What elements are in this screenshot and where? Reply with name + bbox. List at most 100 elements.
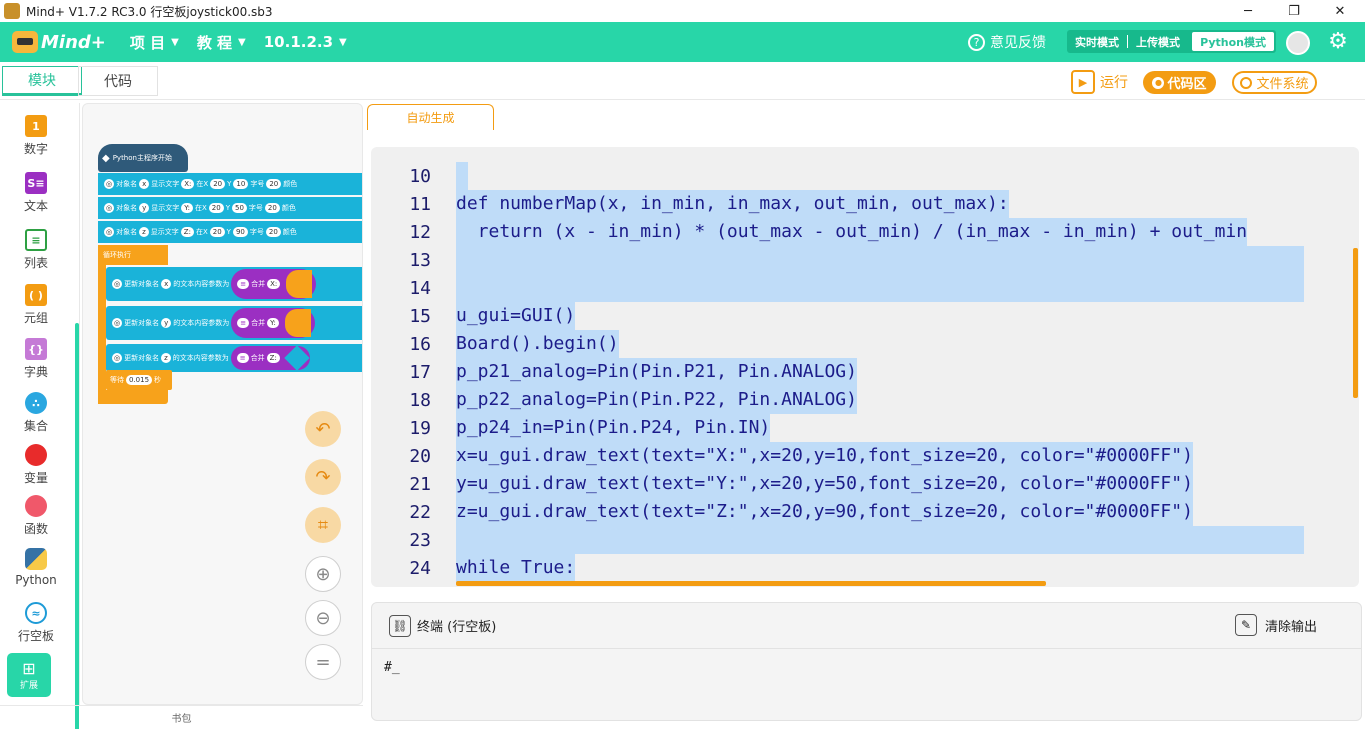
menu-version[interactable]: 10.1.2.3 ▼: [264, 33, 347, 51]
category-variable[interactable]: 变量: [0, 444, 72, 486]
text-field[interactable]: X:: [181, 179, 195, 189]
object-name-field[interactable]: y: [161, 318, 172, 328]
draw-text-block[interactable]: ◎ 对象名 y 显示文字 Y: 在X 20 Y 50 字号 20 颜色: [98, 197, 362, 219]
object-name-field[interactable]: x: [161, 279, 172, 289]
clear-output-label: 清除输出: [1265, 619, 1318, 635]
run-button[interactable]: ▶ 运行: [1071, 69, 1128, 95]
zoom-reset-button[interactable]: =: [305, 644, 341, 680]
wait-seconds-field[interactable]: 0.015: [126, 375, 153, 385]
clear-output-button[interactable]: ✎ 清除输出: [1235, 614, 1317, 636]
code-text: Board().begin(): [456, 330, 619, 358]
loop-block-arm: [98, 265, 106, 404]
category-label: 变量: [23, 471, 48, 485]
crop-icon[interactable]: ⌗: [305, 507, 341, 543]
object-name-field[interactable]: y: [139, 203, 150, 213]
code-vertical-scrollbar[interactable]: [1353, 248, 1358, 398]
category-unihiker[interactable]: ≈ 行空板: [0, 602, 72, 644]
block-label: 颜色: [282, 228, 297, 236]
wait-block[interactable]: 等待 0.015 秒: [106, 370, 172, 390]
loop-block[interactable]: 循环执行: [98, 245, 168, 265]
merge-text-field[interactable]: X:: [267, 279, 281, 289]
category-set[interactable]: ∴ 集合: [0, 392, 72, 434]
merge-block[interactable]: ≡ 合并 X:: [231, 269, 317, 299]
list-icon: ≡: [25, 229, 47, 251]
title-bar: Mind+ V1.7.2 RC3.0 行空板joystick00.sb3 ─ ❐…: [0, 0, 1365, 22]
mode-realtime[interactable]: 实时模式: [1067, 32, 1127, 51]
file-system-button[interactable]: 文件系统: [1232, 71, 1317, 94]
text-field[interactable]: Z:: [180, 227, 194, 237]
x-field[interactable]: 20: [209, 227, 225, 237]
object-name-field[interactable]: z: [139, 227, 149, 237]
tab-auto-generate[interactable]: 自动生成: [367, 104, 494, 130]
code-text: [456, 246, 1304, 274]
undo-button[interactable]: ↶: [305, 411, 341, 447]
line-number: 13: [409, 249, 431, 271]
feedback-button[interactable]: ? 意见反馈: [968, 32, 1046, 52]
font-size-field[interactable]: 20: [266, 179, 282, 189]
merge-block[interactable]: ≡ 合并 Z:: [230, 345, 310, 371]
object-name-field[interactable]: x: [139, 179, 150, 189]
terminal-prompt[interactable]: #_: [384, 660, 400, 675]
merge-label: 合并: [251, 319, 266, 327]
font-size-field[interactable]: 20: [265, 227, 281, 237]
x-field[interactable]: 20: [208, 203, 224, 213]
extension-button[interactable]: ⊞ 扩展: [7, 653, 51, 697]
y-field[interactable]: 10: [233, 179, 249, 189]
code-text: y=u_gui.draw_text(text="Y:",x=20,y=50,fo…: [456, 470, 1193, 498]
close-button[interactable]: ✕: [1317, 0, 1363, 22]
nested-value-block[interactable]: [284, 309, 311, 337]
code-line: 10: [371, 162, 1359, 190]
bookbag-bar[interactable]: 书包: [0, 705, 363, 728]
draw-text-block[interactable]: ◎ 对象名 z 显示文字 Z: 在X 20 Y 90 字号 20 颜色: [98, 221, 362, 243]
category-scrollbar[interactable]: [75, 323, 79, 729]
update-text-block[interactable]: ◎ 更新对象名 x 的文本内容参数为 ≡ 合并 X:: [106, 267, 362, 301]
line-number: 23: [409, 529, 431, 551]
tab-blocks[interactable]: 模块: [2, 66, 82, 96]
merge-block[interactable]: ≡ 合并 Y:: [231, 308, 315, 338]
code-line: 19 p_p24_in=Pin(Pin.P24, Pin.IN): [371, 414, 1359, 442]
gear-icon[interactable]: ⚙: [1326, 30, 1350, 54]
maximize-button[interactable]: ❐: [1271, 0, 1317, 22]
block-workspace[interactable]: ◆ Python主程序开始 ◎ 对象名 x 显示文字 X: 在X 20 Y 10…: [82, 103, 363, 705]
redo-button[interactable]: ↷: [305, 459, 341, 495]
menu-project[interactable]: 项 目 ▼: [130, 32, 179, 53]
code-horizontal-scrollbar[interactable]: [456, 581, 1046, 586]
draw-text-block[interactable]: ◎ 对象名 x 显示文字 X: 在X 20 Y 10 字号 20 颜色: [98, 173, 362, 195]
nested-value-block[interactable]: [286, 270, 313, 298]
category-python[interactable]: Python: [0, 548, 72, 587]
category-function[interactable]: 函数: [0, 495, 72, 537]
mode-switch: 实时模式 上传模式 Python模式: [1067, 30, 1276, 53]
unihiker-icon: ◎: [112, 353, 123, 363]
text-icon: S≡: [25, 172, 47, 194]
object-name-field[interactable]: z: [161, 353, 171, 363]
x-field[interactable]: 20: [210, 179, 226, 189]
nested-value-block[interactable]: [284, 345, 310, 371]
link-icon[interactable]: ⛓: [389, 614, 411, 637]
code-area-button[interactable]: ● 代码区: [1143, 71, 1216, 94]
code-editor[interactable]: 10 11 def numberMap(x, in_min, in_max, ou…: [371, 147, 1359, 587]
merge-text-field[interactable]: Z:: [266, 353, 280, 363]
y-field[interactable]: 90: [232, 227, 248, 237]
block-label: 在X: [196, 180, 209, 188]
zoom-out-button[interactable]: ⊖: [305, 600, 341, 636]
tab-code[interactable]: 代码: [78, 66, 158, 96]
category-tuple[interactable]: ( ) 元组: [0, 284, 72, 326]
category-dict[interactable]: {} 字典: [0, 338, 72, 380]
zoom-in-button[interactable]: ⊕: [305, 556, 341, 592]
category-text[interactable]: S≡ 文本: [0, 172, 72, 214]
category-list[interactable]: ≡ 列表: [0, 229, 72, 271]
code-text: p_p24_in=Pin(Pin.P24, Pin.IN): [456, 414, 771, 442]
font-size-field[interactable]: 20: [264, 203, 280, 213]
merge-text-field[interactable]: Y:: [267, 318, 279, 328]
category-number[interactable]: 1 数字: [0, 115, 72, 157]
minimize-button[interactable]: ─: [1225, 0, 1271, 22]
update-text-block[interactable]: ◎ 更新对象名 y 的文本内容参数为 ≡ 合并 Y:: [106, 306, 362, 340]
mode-python[interactable]: Python模式: [1192, 32, 1274, 51]
user-avatar[interactable]: [1286, 31, 1310, 55]
update-text-block[interactable]: ◎ 更新对象名 z 的文本内容参数为 ≡ 合并 Z:: [106, 344, 362, 372]
menu-tutorial[interactable]: 教 程 ▼: [197, 32, 246, 53]
y-field[interactable]: 50: [231, 203, 247, 213]
mode-upload[interactable]: 上传模式: [1128, 32, 1188, 51]
python-main-hat-block[interactable]: ◆ Python主程序开始: [98, 144, 188, 172]
text-field[interactable]: Y:: [181, 203, 193, 213]
